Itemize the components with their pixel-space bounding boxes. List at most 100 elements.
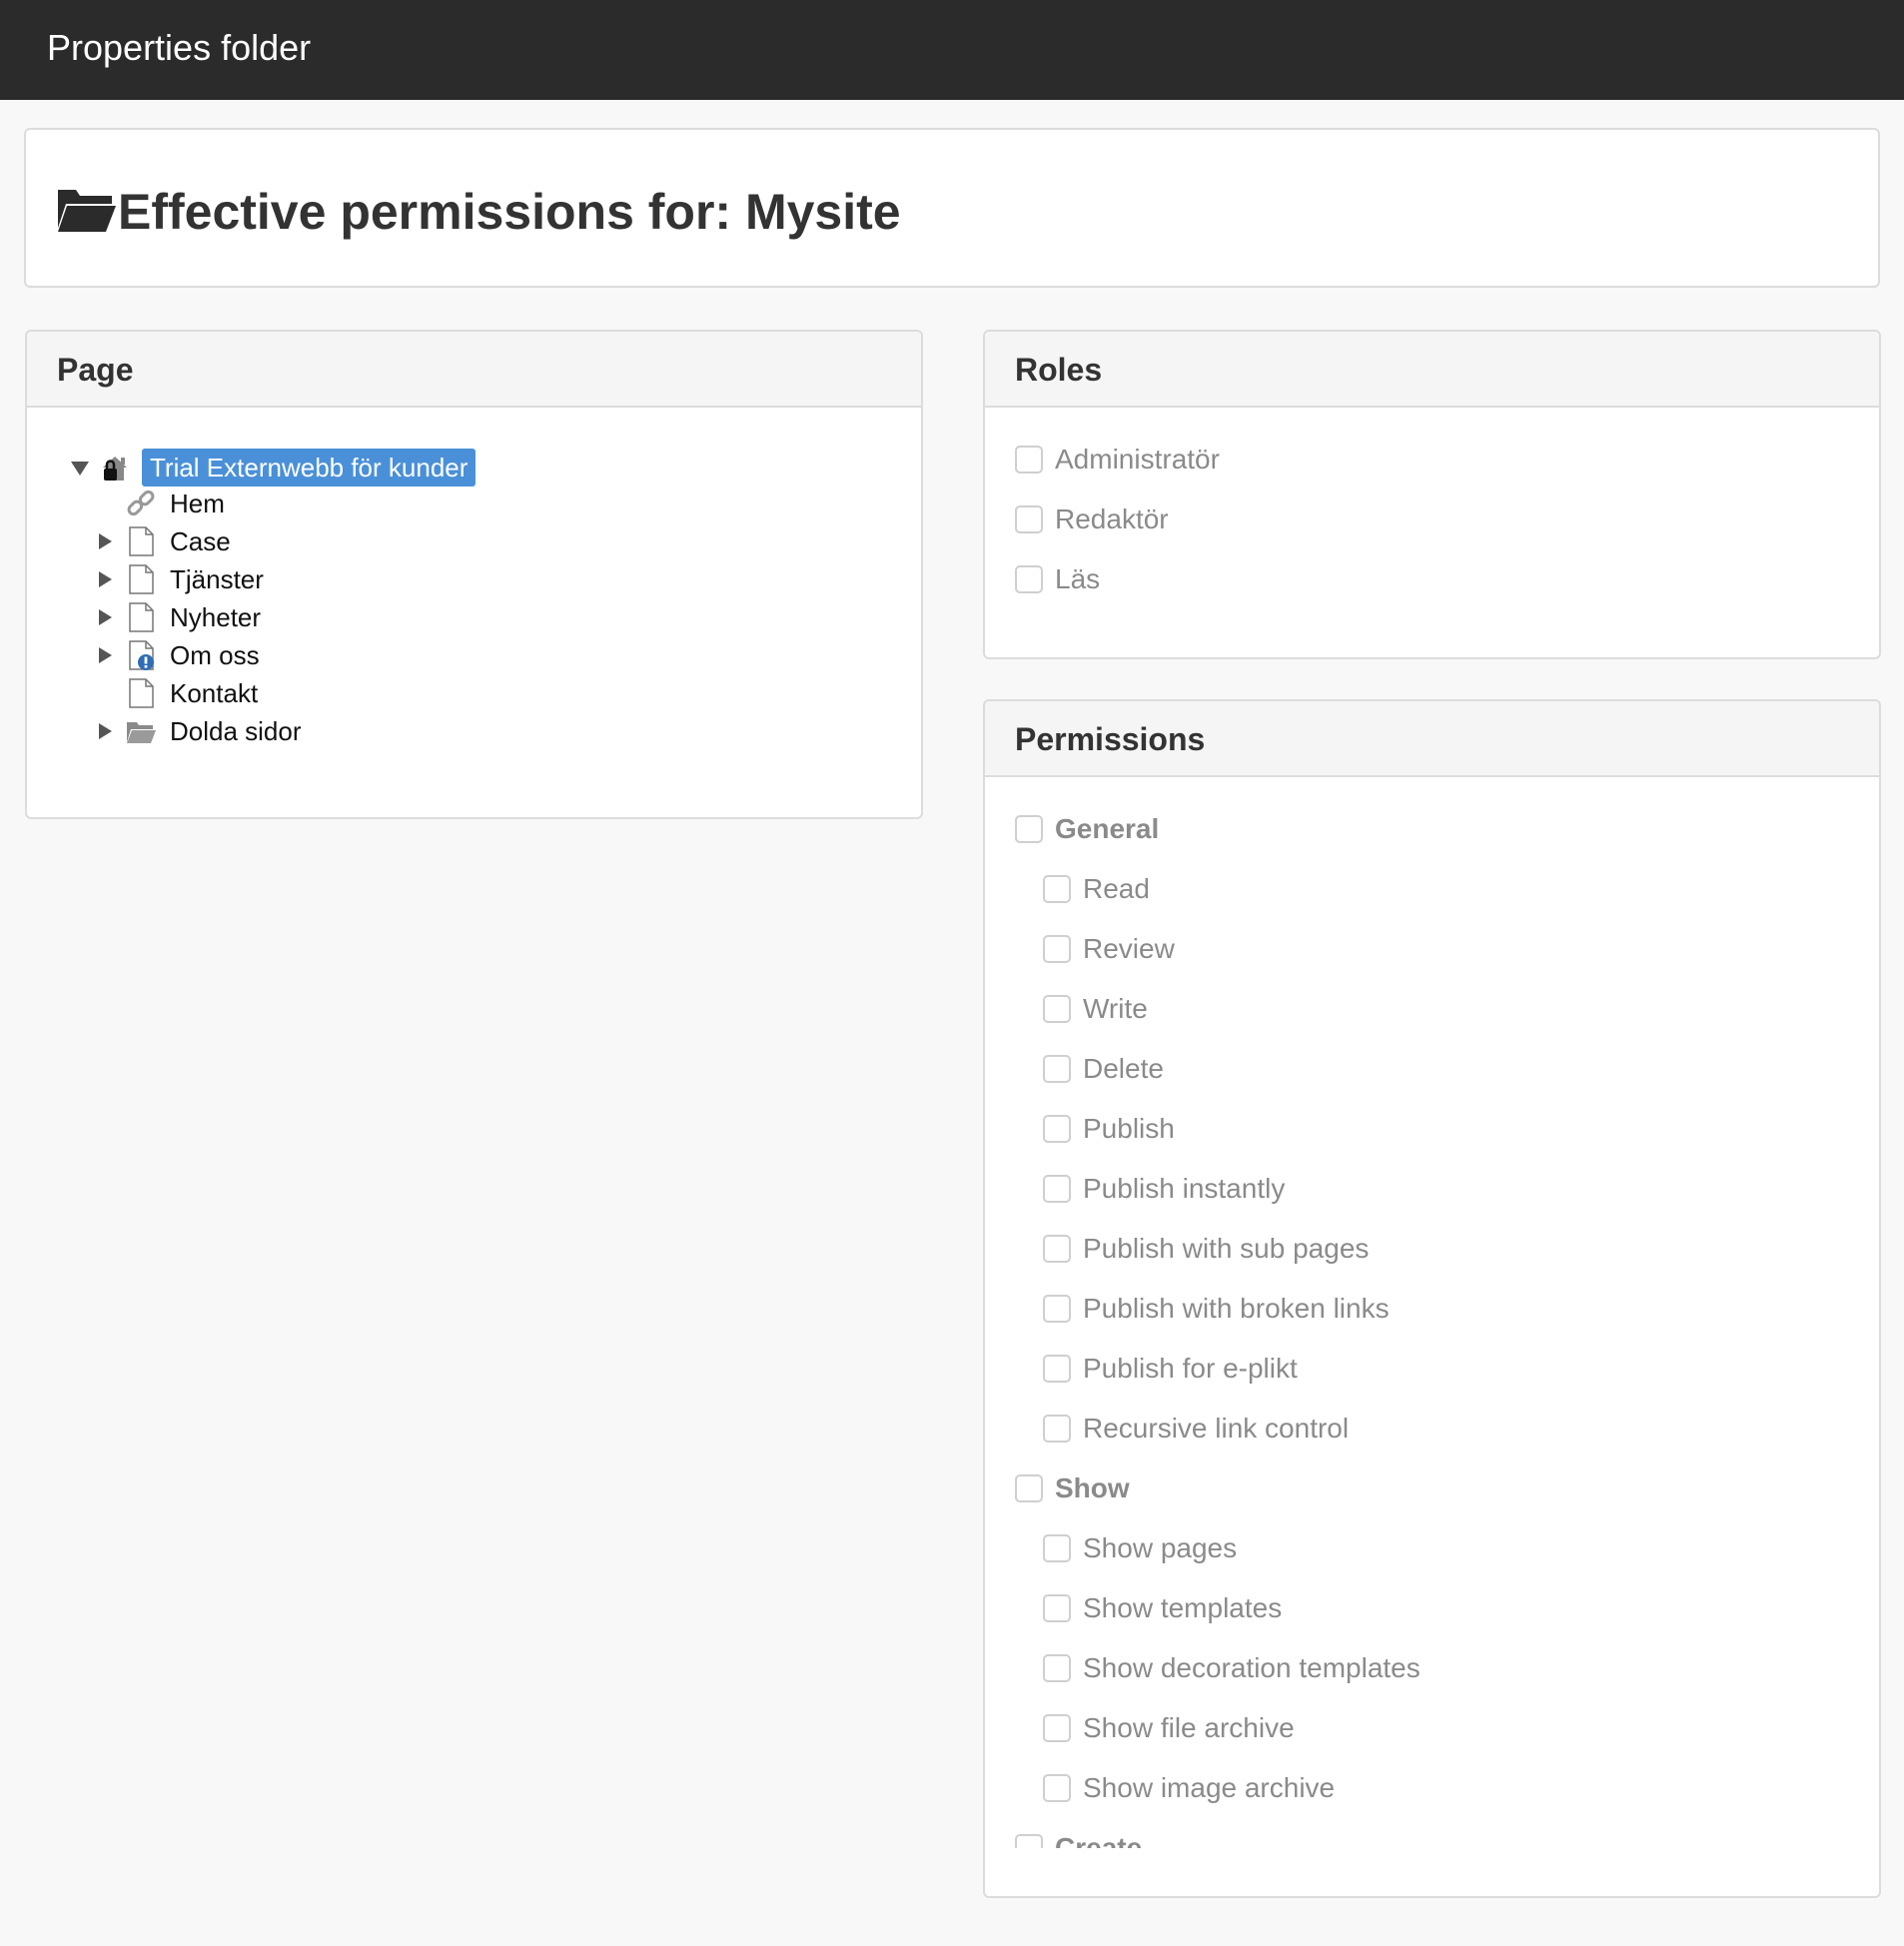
permission-item[interactable]: Publish for e-plikt (1043, 1351, 1842, 1391)
tree-item[interactable]: Kontakt (27, 674, 906, 712)
role-checkbox[interactable] (1015, 505, 1043, 533)
page-panel: Page Trial Externwebb för kunder Hem Cas… (25, 330, 923, 819)
permission-group[interactable]: Show (1015, 1470, 1814, 1510)
permission-label: Publish with sub pages (1083, 1233, 1370, 1264)
role-item[interactable]: Redaktör (1015, 501, 1814, 541)
permission-item[interactable]: Publish instantly (1043, 1171, 1842, 1211)
permission-checkbox[interactable] (1043, 1055, 1071, 1083)
permission-checkbox[interactable] (1043, 1115, 1071, 1143)
role-checkbox[interactable] (1015, 565, 1043, 593)
tree-item-label[interactable]: Dolda sidor (170, 712, 302, 750)
tree-item[interactable]: Nyheter (27, 598, 906, 636)
site-name: Mysite (744, 184, 901, 240)
permissions-list[interactable]: General Read Review Write Delete Publish… (985, 777, 1879, 1848)
permission-label: Recursive link control (1083, 1413, 1350, 1444)
permission-item[interactable]: Show pages (1043, 1530, 1842, 1570)
permission-label: Show pages (1083, 1532, 1238, 1563)
role-checkbox[interactable] (1015, 446, 1043, 474)
role-label: Läs (1055, 563, 1101, 594)
page-title: Effective permissions for: Mysite (118, 182, 901, 242)
permission-checkbox[interactable] (1043, 1175, 1071, 1203)
permission-label: Delete (1083, 1053, 1164, 1084)
permission-label: Publish for e-plikt (1083, 1353, 1298, 1384)
permission-item[interactable]: Show file archive (1043, 1710, 1842, 1750)
tree-item[interactable]: Case (27, 522, 906, 560)
permission-label: Write (1083, 993, 1148, 1024)
expand-arrow-icon[interactable] (99, 647, 112, 663)
page-icon (129, 526, 154, 556)
folder-open-icon (58, 190, 116, 232)
link-icon (127, 489, 155, 516)
permission-checkbox[interactable] (1043, 875, 1071, 903)
role-item[interactable]: Administratör (1015, 442, 1814, 482)
tree-item-label[interactable]: Om oss (170, 636, 260, 674)
permission-item[interactable]: Show decoration templates (1043, 1650, 1842, 1690)
role-label: Redaktör (1055, 503, 1169, 534)
expand-arrow-icon[interactable] (99, 609, 112, 625)
permission-item[interactable]: Read (1043, 871, 1842, 911)
tree-item[interactable]: Om oss (27, 636, 906, 674)
permission-item[interactable]: Show image archive (1043, 1770, 1842, 1810)
permission-checkbox[interactable] (1043, 1235, 1071, 1263)
tree-item-label[interactable]: Tjänster (170, 560, 264, 598)
permission-checkbox[interactable] (1015, 1474, 1043, 1502)
permission-item[interactable]: Delete (1043, 1051, 1842, 1091)
permission-checkbox[interactable] (1043, 1714, 1071, 1742)
header-panel: Effective permissions for: Mysite (24, 128, 1880, 288)
tree-item-label[interactable]: Kontakt (170, 674, 258, 712)
permission-checkbox[interactable] (1043, 935, 1071, 963)
permission-label: Show file archive (1083, 1712, 1295, 1743)
permission-label: Publish with broken links (1083, 1293, 1390, 1324)
locked-home-icon (103, 457, 127, 481)
expand-arrow-icon[interactable] (99, 723, 112, 739)
permission-label: Review (1083, 933, 1175, 964)
permission-item[interactable]: Show templates (1043, 1590, 1842, 1630)
permission-item[interactable]: Publish (1043, 1111, 1842, 1151)
tree-item[interactable]: Hem (27, 485, 906, 522)
permission-item[interactable]: Write (1043, 991, 1842, 1031)
page-icon (129, 564, 154, 594)
expand-arrow-icon[interactable] (99, 571, 112, 587)
permission-checkbox[interactable] (1043, 1534, 1071, 1562)
page-warning-icon (129, 640, 154, 670)
permission-group[interactable]: General (1015, 811, 1814, 851)
permission-checkbox[interactable] (1015, 815, 1043, 843)
permission-group-label: Create (1055, 1832, 1143, 1848)
role-item[interactable]: Läs (1015, 561, 1814, 601)
permissions-panel-header: Permissions (985, 701, 1879, 777)
expand-arrow-icon[interactable] (99, 533, 112, 549)
page-panel-title: Page (57, 352, 134, 388)
tree-item-label[interactable]: Trial Externwebb för kunder (142, 449, 476, 486)
page-title-prefix: Effective permissions for: (118, 184, 745, 240)
roles-panel-title: Roles (1015, 352, 1103, 388)
permission-checkbox[interactable] (1043, 1654, 1071, 1682)
tree-item-label[interactable]: Case (170, 522, 231, 560)
roles-panel: Roles Administratör Redaktör Läs (983, 330, 1881, 659)
permission-checkbox[interactable] (1043, 1295, 1071, 1323)
permission-checkbox[interactable] (1043, 1774, 1071, 1802)
permission-item[interactable]: Recursive link control (1043, 1411, 1842, 1451)
permission-item[interactable]: Review (1043, 931, 1842, 971)
permission-checkbox[interactable] (1043, 1355, 1071, 1383)
permission-label: Show templates (1083, 1592, 1283, 1623)
tree-item[interactable]: Dolda sidor (27, 712, 906, 750)
permission-label: Publish (1083, 1113, 1175, 1144)
collapse-arrow-icon[interactable] (71, 462, 89, 476)
top-bar: Properties folder (0, 0, 1904, 100)
window-title: Properties folder (47, 27, 312, 68)
permission-checkbox[interactable] (1015, 1834, 1043, 1848)
tree-item-label[interactable]: Hem (170, 485, 225, 522)
tree-root[interactable]: Trial Externwebb för kunder (27, 449, 906, 486)
permission-group[interactable]: Create (1015, 1830, 1814, 1848)
permission-checkbox[interactable] (1043, 1415, 1071, 1443)
permission-checkbox[interactable] (1043, 1594, 1071, 1622)
permission-checkbox[interactable] (1043, 995, 1071, 1023)
tree-item-label[interactable]: Nyheter (170, 598, 261, 636)
page-icon (129, 602, 154, 632)
permission-item[interactable]: Publish with sub pages (1043, 1231, 1842, 1271)
page-icon (129, 678, 154, 708)
tree-item[interactable]: Tjänster (27, 560, 906, 598)
permission-group-label: Show (1055, 1472, 1130, 1503)
permission-label: Show decoration templates (1083, 1652, 1421, 1683)
permission-item[interactable]: Publish with broken links (1043, 1291, 1842, 1331)
